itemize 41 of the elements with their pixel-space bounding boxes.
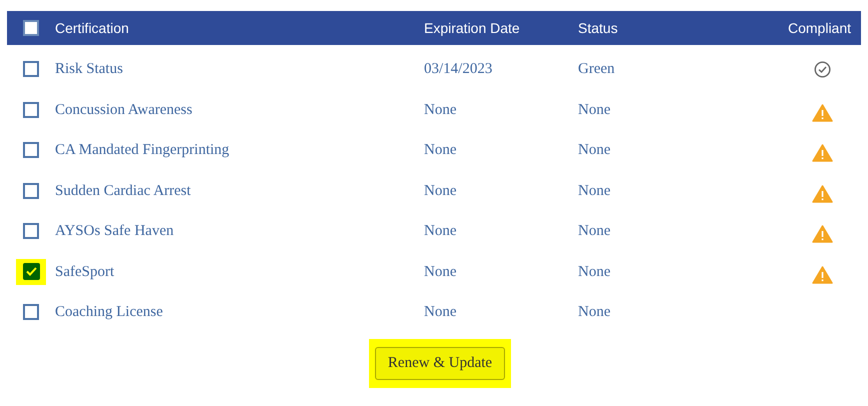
expiration-date-cell: None bbox=[424, 142, 456, 158]
check-icon bbox=[26, 267, 36, 276]
expiration-date-cell: None bbox=[424, 223, 456, 239]
certification-cell: Coaching License bbox=[55, 304, 163, 320]
renew-update-button[interactable]: Renew & Update bbox=[374, 346, 506, 380]
status-cell: Green bbox=[578, 61, 615, 77]
checkbox[interactable] bbox=[23, 182, 39, 199]
expiration-date-cell: None bbox=[424, 264, 456, 280]
status-cell: None bbox=[578, 304, 610, 320]
column-header: Compliant bbox=[788, 18, 852, 38]
status-cell: None bbox=[578, 102, 610, 118]
warning-icon bbox=[812, 225, 833, 244]
certification-cell: AYSOs Safe Haven bbox=[55, 223, 174, 239]
expiration-date-cell: None bbox=[424, 304, 456, 320]
column-header: Expiration Date bbox=[424, 20, 520, 36]
checkbox[interactable] bbox=[23, 102, 39, 118]
status-cell: None bbox=[578, 182, 610, 198]
warning-icon bbox=[812, 144, 833, 162]
select-all-checkbox[interactable] bbox=[23, 20, 39, 36]
warning-icon bbox=[812, 184, 833, 203]
certification-cell: Risk Status bbox=[55, 61, 123, 77]
expiration-date-cell: None bbox=[424, 182, 456, 198]
checkbox[interactable] bbox=[23, 304, 39, 320]
checkbox[interactable] bbox=[23, 142, 39, 158]
certification-cell: CA Mandated Fingerprinting bbox=[55, 142, 230, 158]
status-cell: None bbox=[578, 223, 610, 239]
certification-cell: Sudden Cardiac Arrest bbox=[55, 182, 191, 198]
warning-icon bbox=[812, 266, 833, 284]
certification-cell: Concussion Awareness bbox=[55, 102, 192, 118]
expiration-date-cell: 03/14/2023 bbox=[424, 61, 492, 77]
checkbox[interactable] bbox=[23, 61, 39, 78]
warning-icon bbox=[812, 104, 833, 122]
status-cell: None bbox=[578, 264, 610, 280]
status-cell: None bbox=[578, 142, 610, 158]
column-header: Status bbox=[578, 20, 618, 36]
column-header: Certification bbox=[55, 20, 129, 36]
checkbox[interactable] bbox=[23, 223, 39, 240]
checkbox[interactable] bbox=[22, 263, 40, 280]
expiration-date-cell: None bbox=[424, 102, 456, 118]
check-circle-icon bbox=[814, 60, 831, 78]
certification-cell: SafeSport bbox=[55, 264, 114, 280]
